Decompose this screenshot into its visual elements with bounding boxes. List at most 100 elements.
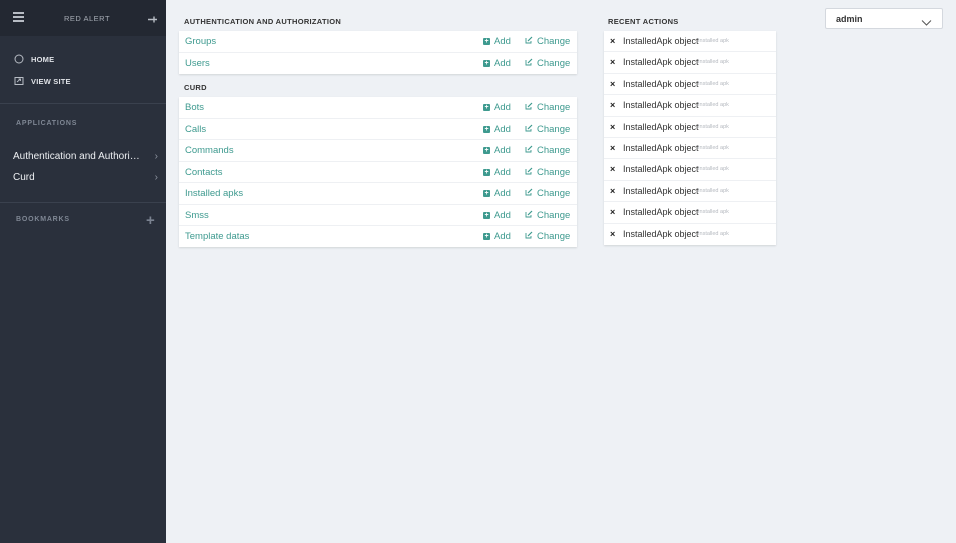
change-link[interactable]: Change — [525, 102, 570, 113]
model-row: Smss + Add Change — [179, 205, 577, 226]
nav-view-site[interactable]: VIEW SITE — [14, 76, 71, 86]
edit-icon — [525, 231, 533, 242]
recent-action-type: Installed apk — [698, 166, 729, 173]
add-label: Add — [494, 123, 511, 135]
model-link[interactable]: Contacts — [185, 167, 223, 178]
recent-action-item[interactable]: × InstalledApk object Installed apk — [604, 224, 776, 245]
recent-action-item[interactable]: × InstalledApk object Installed apk — [604, 95, 776, 117]
delete-action-icon: × — [610, 207, 616, 218]
nav-view-site-label: VIEW SITE — [31, 76, 71, 86]
change-link[interactable]: Change — [525, 210, 570, 221]
edit-icon — [525, 188, 533, 199]
recent-action-type: Installed apk — [698, 144, 729, 151]
add-label: Add — [494, 166, 511, 178]
model-link[interactable]: Installed apks — [185, 188, 243, 199]
add-link[interactable]: + Add — [483, 167, 511, 178]
change-label: Change — [537, 231, 571, 242]
model-link[interactable]: Commands — [185, 145, 234, 156]
recent-action-name[interactable]: InstalledApk object — [623, 79, 699, 89]
module-auth: Groups + Add Change Users + Add Change — [179, 31, 577, 74]
recent-action-name[interactable]: InstalledApk object — [623, 100, 699, 110]
recent-action-name[interactable]: InstalledApk object — [623, 36, 699, 46]
change-link[interactable]: Change — [525, 188, 570, 199]
delete-action-icon: × — [610, 185, 616, 196]
recent-action-type: Installed apk — [698, 123, 729, 130]
recent-action-item[interactable]: × InstalledApk object Installed apk — [604, 159, 776, 181]
edit-icon — [525, 145, 533, 156]
module-title-curd: CURD — [184, 83, 207, 92]
recent-action-name[interactable]: InstalledApk object — [623, 207, 699, 217]
nav-home[interactable]: HOME — [14, 54, 54, 64]
edit-icon — [525, 210, 533, 221]
add-link[interactable]: + Add — [483, 36, 511, 47]
change-link[interactable]: Change — [525, 231, 570, 242]
add-link[interactable]: + Add — [483, 102, 511, 113]
model-link[interactable]: Users — [185, 58, 210, 69]
recent-actions-list: × InstalledApk object Installed apk × Instal… — [604, 31, 776, 245]
add-link[interactable]: + Add — [483, 145, 511, 156]
add-link[interactable]: + Add — [483, 188, 511, 199]
sidebar-divider — [0, 202, 166, 203]
recent-action-item[interactable]: × InstalledApk object Installed apk — [604, 181, 776, 203]
change-link[interactable]: Change — [525, 58, 570, 69]
change-link[interactable]: Change — [525, 124, 570, 135]
brand-title[interactable]: RED ALERT — [64, 14, 110, 23]
delete-action-icon: × — [610, 142, 616, 153]
add-label: Add — [494, 231, 511, 242]
recent-action-item[interactable]: × InstalledApk object Installed apk — [604, 117, 776, 138]
recent-action-type: Installed apk — [698, 59, 729, 66]
recent-action-type: Installed apk — [698, 230, 729, 237]
model-link[interactable]: Bots — [185, 102, 204, 113]
recent-action-name[interactable]: InstalledApk object — [623, 186, 699, 196]
plus-icon: + — [483, 147, 490, 154]
change-label: Change — [537, 102, 571, 113]
recent-action-type: Installed apk — [698, 187, 729, 194]
model-link[interactable]: Smss — [185, 210, 209, 221]
model-link[interactable]: Template datas — [185, 231, 249, 242]
edit-icon — [525, 36, 533, 47]
plus-icon: + — [483, 125, 490, 133]
recent-action-name[interactable]: InstalledApk object — [623, 164, 699, 174]
sidebar-app-curd[interactable]: Curd › — [13, 172, 158, 183]
change-label: Change — [537, 209, 571, 221]
add-label: Add — [494, 145, 511, 156]
recent-action-item[interactable]: × InstalledApk object Installed apk — [604, 202, 776, 224]
delete-action-icon: × — [610, 228, 616, 239]
chevron-down-icon — [921, 14, 932, 32]
model-row: Contacts + Add Change — [179, 162, 577, 183]
recent-action-name[interactable]: InstalledApk object — [623, 143, 699, 153]
add-link[interactable]: + Add — [483, 58, 511, 69]
add-link[interactable]: + Add — [483, 231, 511, 242]
module-title-auth: AUTHENTICATION AND AUTHORIZATION — [184, 17, 342, 26]
add-label: Add — [494, 102, 511, 113]
recent-action-name[interactable]: InstalledApk object — [623, 122, 699, 132]
add-link[interactable]: + Add — [483, 124, 511, 135]
module-curd: Bots + Add Change Calls + Add Change Commands + Ad… — [179, 97, 577, 247]
model-row: Commands + Add Change — [179, 140, 577, 162]
add-link[interactable]: + Add — [483, 210, 511, 221]
model-link[interactable]: Calls — [185, 124, 206, 135]
change-link[interactable]: Change — [525, 145, 570, 156]
model-link[interactable]: Groups — [185, 36, 216, 47]
recent-action-name[interactable]: InstalledApk object — [623, 57, 699, 67]
change-link[interactable]: Change — [525, 167, 570, 178]
edit-icon — [525, 167, 533, 178]
model-row: Bots + Add Change — [179, 97, 577, 119]
add-label: Add — [494, 188, 511, 199]
plus-icon: + — [483, 168, 490, 176]
change-label: Change — [537, 188, 571, 199]
recent-action-name[interactable]: InstalledApk object — [623, 229, 699, 239]
recent-action-item[interactable]: × InstalledApk object Installed apk — [604, 31, 776, 53]
user-menu[interactable]: admin — [825, 8, 943, 29]
add-bookmark-icon[interactable]: + — [146, 213, 155, 228]
sidebar-header: RED ALERT — [0, 0, 166, 36]
menu-icon[interactable] — [13, 12, 24, 22]
recent-action-type: Installed apk — [698, 102, 729, 109]
sidebar-app-auth[interactable]: Authentication and Authorization › — [13, 151, 158, 162]
delete-action-icon: × — [610, 78, 616, 89]
change-link[interactable]: Change — [525, 36, 570, 47]
recent-action-item[interactable]: × InstalledApk object Installed apk — [604, 138, 776, 160]
recent-action-item[interactable]: × InstalledApk object Installed apk — [604, 52, 776, 74]
pin-icon[interactable] — [147, 12, 158, 30]
recent-action-item[interactable]: × InstalledApk object Installed apk — [604, 74, 776, 96]
